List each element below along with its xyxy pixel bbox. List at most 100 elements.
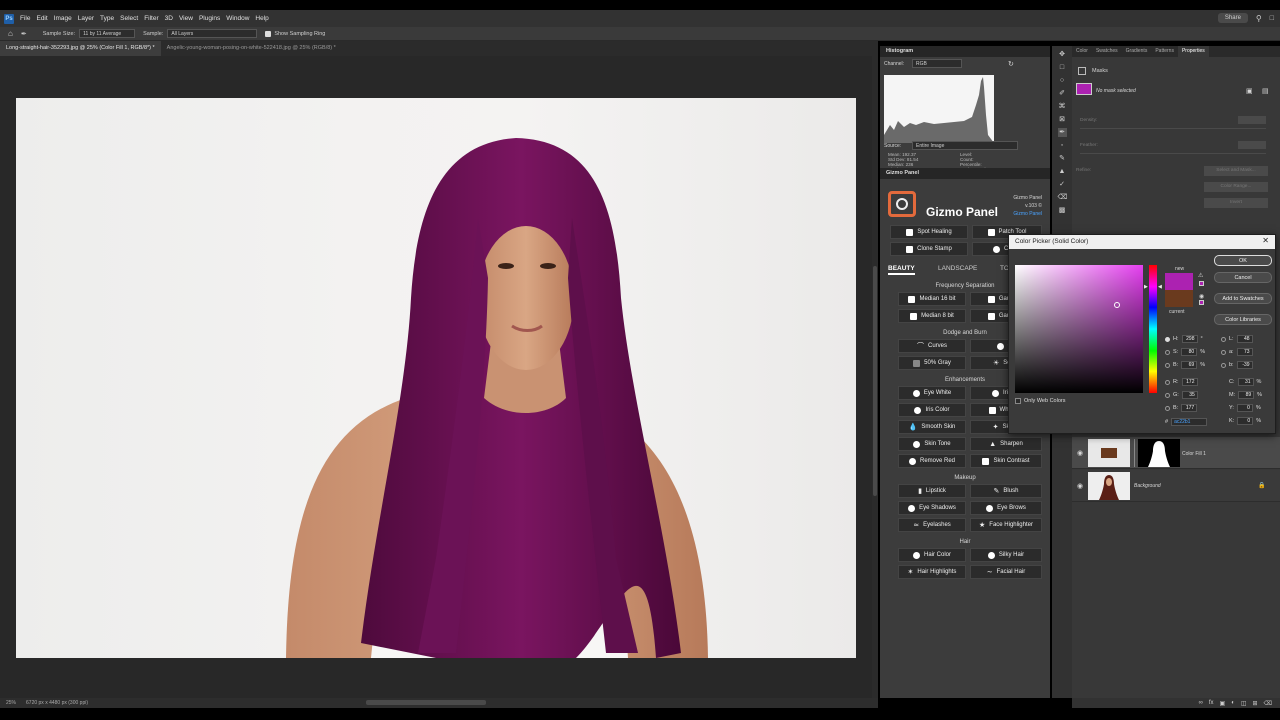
- sample-select[interactable]: All Layers: [167, 29, 258, 38]
- layer-name[interactable]: Color Fill 1: [1182, 451, 1206, 457]
- link-layers-icon[interactable]: ∞: [1199, 700, 1203, 706]
- share-button[interactable]: Share: [1217, 13, 1248, 23]
- s-radio[interactable]: [1165, 349, 1170, 355]
- zoom-level[interactable]: 25%: [6, 700, 16, 706]
- pixel-mask-icon[interactable]: ▣: [1246, 87, 1253, 95]
- hue-slider[interactable]: [1149, 265, 1157, 393]
- add-to-swatches-button[interactable]: Add to Swatches: [1214, 293, 1272, 304]
- sharpen-button[interactable]: ▲ Sharpen: [970, 437, 1042, 451]
- workspace-icon[interactable]: □: [1270, 15, 1274, 22]
- layer-row-color-fill[interactable]: ◉ Color Fill 1: [1072, 437, 1280, 469]
- vector-mask-icon[interactable]: ▤: [1262, 87, 1269, 95]
- move-tool-icon[interactable]: ✥: [1058, 50, 1067, 59]
- menu-select[interactable]: Select: [120, 15, 138, 22]
- link-icon[interactable]: [1134, 439, 1135, 467]
- lab-b-input[interactable]: -39: [1236, 361, 1253, 369]
- facial-hair-button[interactable]: ∼ Facial Hair: [970, 565, 1042, 579]
- quick-select-tool-icon[interactable]: ✐: [1058, 89, 1067, 98]
- home-icon[interactable]: ⌂: [8, 29, 13, 38]
- s-input[interactable]: 80: [1181, 348, 1198, 356]
- hue-arrow-right-icon[interactable]: ◀: [1158, 284, 1162, 290]
- menu-help[interactable]: Help: [255, 15, 268, 22]
- eyedropper-tool-icon[interactable]: ✒: [21, 30, 27, 38]
- new-layer-icon[interactable]: ⊞: [1252, 700, 1257, 707]
- b-input[interactable]: 69: [1181, 361, 1198, 369]
- web-safe-swatch[interactable]: [1199, 300, 1204, 305]
- median-16bit-button[interactable]: Median 16 bit: [898, 292, 966, 306]
- lipstick-button[interactable]: ▮ Lipstick: [898, 484, 966, 498]
- marquee-tool-icon[interactable]: □: [1058, 63, 1067, 72]
- l-input[interactable]: 48: [1236, 335, 1253, 343]
- saturation-brightness-field[interactable]: [1015, 265, 1143, 393]
- gamut-warning-icon[interactable]: ⚠: [1198, 272, 1203, 279]
- h-input[interactable]: 298: [1181, 335, 1198, 343]
- menu-plugins[interactable]: Plugins: [199, 15, 220, 22]
- tab-color[interactable]: Color: [1072, 46, 1092, 57]
- eyelashes-button[interactable]: ≃ Eyelashes: [898, 518, 966, 532]
- g-radio[interactable]: [1165, 392, 1170, 398]
- current-color-swatch[interactable]: [1165, 290, 1193, 307]
- stamp-tool-icon[interactable]: ▲: [1058, 167, 1067, 176]
- menu-view[interactable]: View: [179, 15, 193, 22]
- eye-brows-button[interactable]: Eye Brows: [970, 501, 1042, 515]
- b-radio[interactable]: [1165, 362, 1170, 368]
- clone-stamp-button[interactable]: Clone Stamp: [890, 242, 968, 256]
- search-icon[interactable]: ⚲: [1256, 14, 1262, 23]
- density-input[interactable]: [1238, 116, 1266, 124]
- document-tab-active[interactable]: Long-straight-hair-352293.jpg @ 25% (Col…: [0, 41, 161, 56]
- layer-row-background[interactable]: ◉ Background 🔒: [1072, 470, 1280, 502]
- menu-filter[interactable]: Filter: [144, 15, 158, 22]
- select-and-mask-button[interactable]: Select and Mask...: [1204, 166, 1268, 176]
- lab-b-radio[interactable]: [1221, 362, 1226, 368]
- r-input[interactable]: 172: [1181, 378, 1198, 386]
- adjustment-icon[interactable]: ◐: [1231, 700, 1235, 706]
- history-brush-icon[interactable]: ✓: [1058, 180, 1067, 189]
- healing-tool-icon[interactable]: ◦: [1058, 141, 1067, 150]
- l-radio[interactable]: [1221, 336, 1226, 342]
- invert-button[interactable]: Invert: [1204, 198, 1268, 208]
- document-image[interactable]: [16, 98, 856, 658]
- scrollbar-thumb[interactable]: [873, 266, 877, 496]
- eraser-tool-icon[interactable]: ⌫: [1058, 193, 1068, 202]
- skin-contrast-button[interactable]: Skin Contrast: [970, 454, 1042, 468]
- show-ring-checkbox[interactable]: [265, 30, 272, 37]
- web-safe-icon[interactable]: ◉: [1199, 293, 1204, 300]
- tab-gradients[interactable]: Gradients: [1122, 46, 1152, 57]
- color-libraries-button[interactable]: Color Libraries: [1214, 314, 1272, 325]
- visibility-eye-icon[interactable]: ◉: [1077, 449, 1083, 457]
- cancel-button[interactable]: Cancel: [1214, 272, 1272, 283]
- blush-button[interactable]: ✎ Blush: [970, 484, 1042, 498]
- trash-icon[interactable]: ⌫: [1264, 700, 1272, 707]
- visibility-eye-icon[interactable]: ◉: [1077, 482, 1083, 490]
- k-input[interactable]: 0: [1237, 417, 1254, 425]
- lasso-tool-icon[interactable]: ○: [1058, 76, 1067, 85]
- median-8bit-button[interactable]: Median 8 bit: [898, 309, 966, 323]
- only-web-colors-checkbox[interactable]: [1015, 398, 1021, 404]
- y-input[interactable]: 0: [1236, 404, 1253, 412]
- hue-arrow-left-icon[interactable]: ▶: [1144, 284, 1148, 290]
- sample-size-select[interactable]: 11 by 11 Average: [79, 29, 136, 38]
- eyedropper-tool-icon[interactable]: ✒: [1057, 128, 1067, 137]
- bv-input[interactable]: 177: [1181, 404, 1198, 412]
- vertical-scrollbar[interactable]: [872, 56, 878, 698]
- brush-tool-icon[interactable]: ✎: [1058, 154, 1067, 163]
- color-range-button[interactable]: Color Range...: [1204, 182, 1268, 192]
- fx-icon[interactable]: fx: [1209, 700, 1214, 706]
- tab-landscape[interactable]: LANDSCAPE: [938, 265, 977, 272]
- feather-slider[interactable]: [1080, 153, 1266, 154]
- menu-3d[interactable]: 3D: [165, 15, 173, 22]
- curves-button[interactable]: ⌒ Curves: [898, 339, 966, 353]
- group-folder-icon[interactable]: ◫: [1241, 700, 1247, 707]
- layer-fill-thumbnail[interactable]: [1088, 439, 1130, 467]
- color-selector-ring[interactable]: [1114, 302, 1120, 308]
- hex-input[interactable]: ac22b1: [1171, 418, 1208, 426]
- eye-shadows-button[interactable]: Eye Shadows: [898, 501, 966, 515]
- h-radio[interactable]: [1165, 336, 1170, 342]
- menu-layer[interactable]: Layer: [78, 15, 94, 22]
- hair-color-button[interactable]: Hair Color: [898, 548, 966, 562]
- ok-button[interactable]: OK: [1214, 255, 1272, 266]
- menu-file[interactable]: File: [20, 15, 30, 22]
- layer-mask-thumbnail[interactable]: [1138, 439, 1180, 467]
- spot-healing-button[interactable]: Spot Healing: [890, 225, 968, 239]
- tab-swatches[interactable]: Swatches: [1092, 46, 1122, 57]
